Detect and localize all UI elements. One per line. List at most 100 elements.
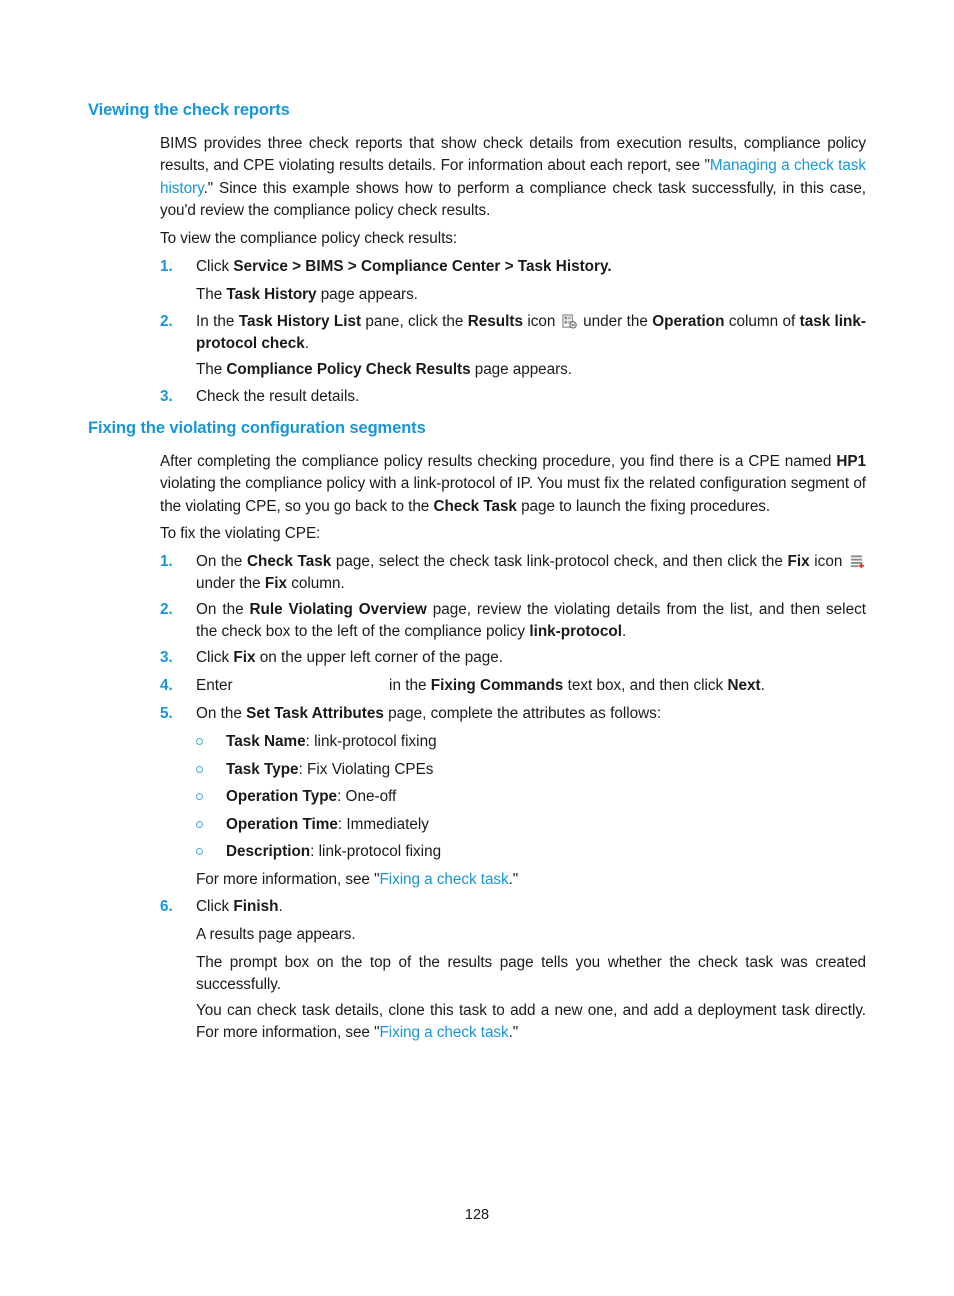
attribute-item: Operation Type: One-off	[226, 786, 866, 808]
document-page: Viewing the check reports BIMS provides …	[0, 0, 954, 1296]
step-bold-fix: Fix	[787, 553, 810, 570]
step6-result-line2: The prompt box on the top of the results…	[196, 954, 866, 994]
attribute-value: : One-off	[337, 788, 397, 805]
list-item: Description: link-protocol fixing	[196, 841, 866, 863]
result-text-b: page appears.	[316, 286, 418, 303]
step-text: Click	[196, 649, 234, 666]
attribute-value: : Fix Violating CPEs	[298, 761, 434, 778]
section-heading-fixing-the-violating-configuration-segments: Fixing the violating configuration segme…	[88, 419, 426, 437]
step-text: .	[621, 623, 627, 641]
step-text: Enter	[196, 677, 237, 694]
attribute-item: Task Name: link-protocol fixing	[226, 731, 866, 753]
result-bold-compliance-policy-check-results: Compliance Policy Check Results	[226, 361, 471, 378]
circle-bullet-icon	[196, 765, 203, 773]
step-bold-operation: Operation	[652, 313, 725, 330]
intro-bold-hp1: HP1	[836, 453, 866, 470]
attribute-label: Task Type	[226, 761, 299, 778]
fix-add-icon	[849, 554, 864, 569]
result-text-a: The	[196, 286, 227, 303]
section1-intro-paragraph: BIMS provides three check reports that s…	[160, 133, 866, 222]
intro-text-a: After completing the compliance policy r…	[160, 453, 837, 470]
step-text: On the	[196, 705, 247, 722]
attribute-value: : link-protocol fixing	[305, 733, 437, 750]
list-item-text: On the Check Task page, select the check…	[196, 551, 866, 596]
section1-lead-in: To view the compliance policy check resu…	[160, 230, 458, 247]
step6-result-line3: You can check task details, clone this t…	[196, 1000, 866, 1045]
circle-bullet-icon	[196, 847, 203, 855]
attribute-label: Operation Time	[226, 816, 338, 833]
step2-result: The Compliance Policy Check Results page…	[196, 359, 866, 381]
attribute-item: Operation Time: Immediately	[226, 814, 866, 836]
step-text: Click	[196, 258, 234, 275]
step-text: column of	[724, 313, 800, 330]
list-item-text: On the Rule Violating Overview page, rev…	[196, 599, 866, 644]
attributes-more-info: For more information, see "Fixing a chec…	[196, 869, 866, 891]
list-item: 5. On the Set Task Attributes page, comp…	[160, 703, 866, 725]
step1-result: The Task History page appears.	[196, 284, 866, 306]
list-number: 2.	[160, 601, 173, 618]
step-text: under the	[578, 313, 653, 330]
step-bold-results: Results	[467, 313, 524, 330]
intro-text-b: ." Since this example shows how to perfo…	[160, 179, 866, 219]
link-fixing-a-check-task[interactable]: Fixing a check task	[379, 1024, 508, 1041]
step6-result-line1: A results page appears.	[196, 926, 356, 943]
more-info-text-b: ."	[508, 871, 519, 888]
list-item: Operation Type: One-off	[196, 786, 866, 808]
results-report-icon	[562, 314, 577, 329]
list-item: 4. Enter in the Fixing Commands text box…	[160, 675, 866, 697]
list-item: Task Type: Fix Violating CPEs	[196, 759, 866, 781]
step-text: text box, and then click	[563, 677, 728, 694]
step-bold-finish: Finish	[233, 898, 279, 915]
list-item: Operation Time: Immediately	[196, 814, 866, 836]
step-text: column.	[287, 575, 345, 593]
list-number: 6.	[160, 898, 173, 915]
list-number: 3.	[160, 388, 173, 405]
step-text: pane, click the	[361, 313, 468, 330]
circle-bullet-icon	[196, 820, 203, 828]
intro-bold-check-task: Check Task	[433, 497, 517, 515]
step-bold-menu-path: Service > BIMS > Compliance Center > Tas…	[233, 258, 612, 275]
list-item: 1. Click Service > BIMS > Compliance Cen…	[160, 256, 866, 278]
result-bold-task-history: Task History	[226, 286, 317, 303]
step-text: under the	[196, 575, 265, 593]
section2-lead-in: To fix the violating CPE:	[160, 525, 321, 542]
step-text: icon	[523, 313, 560, 330]
list-item: 2. On the Rule Violating Overview page, …	[160, 599, 866, 644]
section-heading-viewing-the-check-reports: Viewing the check reports	[88, 101, 290, 119]
tail-text-a: You can check task details, clone this t…	[196, 1002, 866, 1042]
step-text: On the	[196, 601, 250, 618]
list-item: 3. Check the result details.	[160, 386, 866, 408]
list-number: 2.	[160, 313, 173, 330]
step-bold-rule-violating-overview: Rule Violating Overview	[249, 601, 427, 618]
link-fixing-a-check-task[interactable]: Fixing a check task	[379, 871, 508, 888]
step-bold-fixing-commands: Fixing Commands	[430, 677, 564, 694]
list-number: 1.	[160, 553, 173, 570]
attribute-label: Operation Type	[226, 788, 338, 805]
list-item: 6. Click Finish.	[160, 896, 866, 918]
attribute-item: Description: link-protocol fixing	[226, 841, 866, 863]
tail-text-b: ."	[508, 1024, 519, 1042]
step-text: In the	[196, 313, 239, 330]
result-text-b: page appears.	[470, 361, 572, 378]
step-text: icon	[809, 553, 847, 570]
list-item-text: Click Finish.	[196, 896, 866, 918]
circle-bullet-icon	[196, 737, 203, 745]
step-text: in the	[384, 677, 431, 694]
step-text: .	[278, 898, 283, 915]
list-item: 2. In the Task History List pane, click …	[160, 311, 866, 356]
attribute-value: : link-protocol fixing	[310, 843, 442, 860]
step-text: .	[760, 677, 765, 694]
list-item: 3. Click Fix on the upper left corner of…	[160, 647, 866, 669]
section2-intro-paragraph: After completing the compliance policy r…	[160, 451, 866, 518]
list-item-text: Click Service > BIMS > Compliance Center…	[196, 256, 866, 278]
list-item: 1. On the Check Task page, select the ch…	[160, 551, 866, 596]
attribute-label: Description	[226, 843, 311, 860]
step-bold-link-protocol: link-protocol	[529, 623, 622, 641]
step-text: .	[304, 335, 310, 353]
step-bold-fix-column: Fix	[264, 575, 287, 593]
page-number: 128	[464, 1207, 490, 1223]
step-text: on the upper left corner of the page.	[255, 649, 503, 666]
circle-bullet-icon	[196, 792, 203, 800]
intro-text-c: page to launch the fixing procedures.	[516, 497, 771, 515]
list-item-text: In the Task History List pane, click the…	[196, 311, 866, 356]
